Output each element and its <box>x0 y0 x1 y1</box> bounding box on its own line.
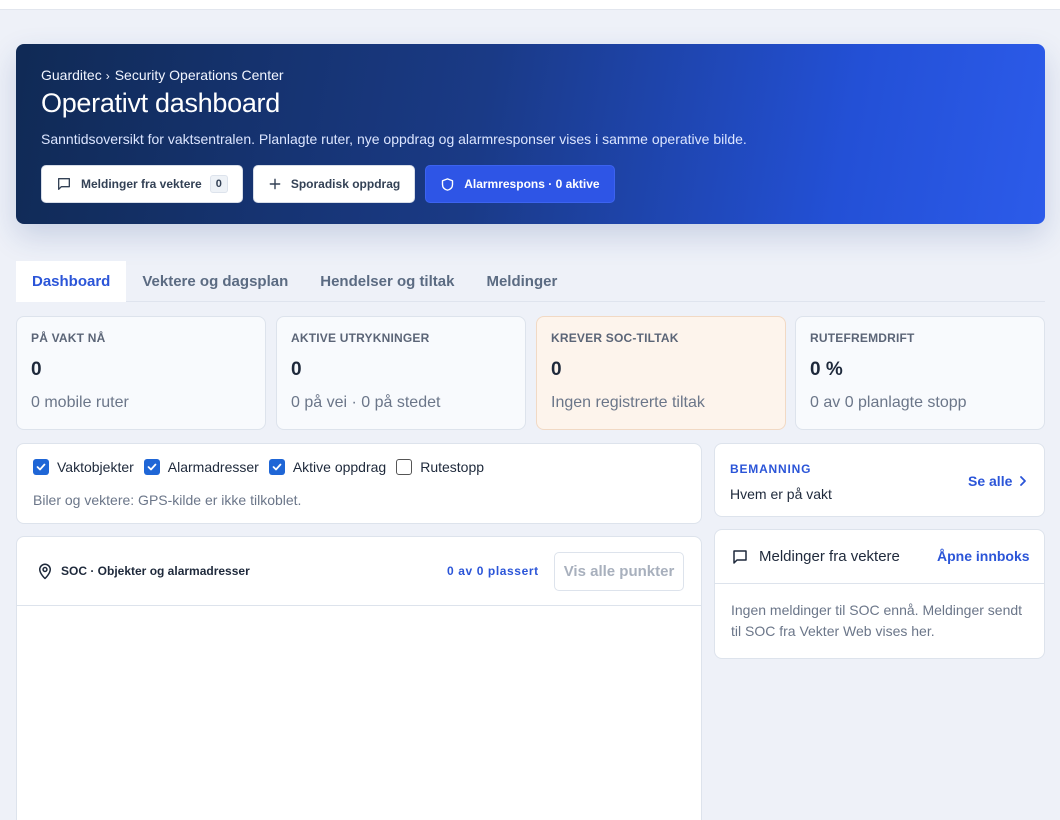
breadcrumb: Guarditec › Security Operations Center <box>41 67 284 83</box>
stat-card-route-progress: RUTEFREMDRIFT 0 % 0 av 0 planlagte stopp <box>795 316 1045 430</box>
page-title: Operativt dashboard <box>41 88 280 118</box>
tab-dashboard[interactable]: Dashboard <box>16 261 127 302</box>
stat-label: KREVER SOC-TILTAK <box>551 331 679 345</box>
shield-icon <box>442 177 454 191</box>
filter-route-stops[interactable]: Rutestopp <box>396 459 484 475</box>
map-title: SOC · Objekter og alarmadresser <box>61 564 250 578</box>
tab-incidents-and-actions[interactable]: Hendelser og tiltak <box>304 261 470 302</box>
chat-icon <box>58 178 70 190</box>
filter-active-assignments[interactable]: Aktive oppdrag <box>268 459 387 475</box>
staffing-kicker: BEMANNING <box>730 462 812 476</box>
sporadic-assignment-label: Sporadisk oppdrag <box>290 177 401 191</box>
gps-status-note: Biler og vektere: GPS-kilde er ikke tilk… <box>33 492 302 508</box>
breadcrumb-current: Security Operations Center <box>114 67 284 83</box>
chevron-right-icon <box>1020 476 1027 486</box>
breadcrumb-brand[interactable]: Guarditec <box>41 67 102 83</box>
stat-label: AKTIVE UTRYKNINGER <box>291 331 430 345</box>
stat-card-on-duty: PÅ VAKT NÅ 0 0 mobile ruter <box>16 316 266 430</box>
plus-icon <box>269 178 281 190</box>
see-all-label: Se alle <box>968 473 1013 489</box>
map-card: SOC · Objekter og alarmadresser 0 av 0 p… <box>16 536 702 820</box>
filter-label: Vaktobjekter <box>57 459 134 475</box>
stat-value: 0 <box>291 359 302 380</box>
chat-icon <box>733 550 747 564</box>
open-inbox-link[interactable]: Åpne innboks <box>937 548 1030 564</box>
alarm-response-button[interactable]: Alarmrespons · 0 aktive <box>425 165 615 203</box>
stat-label: PÅ VAKT NÅ <box>31 331 106 345</box>
filter-alarm-addresses[interactable]: Alarmadresser <box>143 459 259 475</box>
filter-label: Rutestopp <box>420 459 485 475</box>
chevron-right-icon: › <box>105 69 110 83</box>
guard-messages-header: Meldinger fra vektere Åpne innboks <box>715 530 1044 584</box>
tab-bar: Dashboard Vektere og dagsplan Hendelser … <box>16 261 1045 302</box>
staffing-subtitle: Hvem er på vakt <box>730 486 832 502</box>
checkbox-checked-icon[interactable] <box>33 459 49 475</box>
layer-filters: Vaktobjekter Alarmadresser Aktive oppdra… <box>33 459 494 475</box>
tab-guards-and-dayplan[interactable]: Vektere og dagsplan <box>126 261 304 302</box>
stat-value: 0 <box>31 359 42 380</box>
messages-from-guards-button[interactable]: Meldinger fra vektere 0 <box>41 165 243 203</box>
map-filter-card: Vaktobjekter Alarmadresser Aktive oppdra… <box>16 443 702 524</box>
stat-detail: 0 mobile ruter <box>31 394 129 411</box>
filter-guard-objects[interactable]: Vaktobjekter <box>33 459 134 475</box>
hero-actions: Meldinger fra vektere 0 Sporadisk oppdra… <box>41 165 615 203</box>
stat-label: RUTEFREMDRIFT <box>810 331 915 345</box>
messages-from-guards-label: Meldinger fra vektere <box>81 177 202 191</box>
checkbox-checked-icon[interactable] <box>268 459 285 475</box>
staffing-card: BEMANNING Hvem er på vakt Se alle <box>714 443 1045 517</box>
checkbox-checked-icon[interactable] <box>143 459 160 475</box>
alarm-response-label: Alarmrespons · 0 aktive <box>464 177 600 191</box>
stat-detail: 0 på vei · 0 på stedet <box>291 394 441 411</box>
checkbox-unchecked-icon[interactable] <box>396 459 413 475</box>
messages-count-badge: 0 <box>209 175 228 193</box>
guard-messages-card: Meldinger fra vektere Åpne innboks Ingen… <box>714 529 1045 659</box>
stat-value: 0 <box>551 359 562 380</box>
empty-messages-text: Ingen meldinger til SOC ennå. Meldinger … <box>731 602 1023 639</box>
stat-card-active-callouts: AKTIVE UTRYKNINGER 0 0 på vei · 0 på ste… <box>276 316 526 430</box>
filter-label: Aktive oppdrag <box>292 459 387 475</box>
show-all-points-button[interactable]: Vis alle punkter <box>554 552 684 591</box>
stat-value: 0 % <box>810 359 843 380</box>
see-all-link[interactable]: Se alle <box>968 473 1027 489</box>
sporadic-assignment-button[interactable]: Sporadisk oppdrag <box>252 165 416 203</box>
stat-detail: 0 av 0 planlagte stopp <box>810 394 967 411</box>
placed-count: 0 av 0 plassert <box>447 564 539 578</box>
map-canvas[interactable] <box>17 606 701 820</box>
guard-messages-title: Meldinger fra vektere <box>759 548 900 565</box>
hero-banner: Guarditec › Security Operations Center Ope… <box>16 44 1045 224</box>
map-pin-icon <box>39 563 51 580</box>
stat-card-soc-actions: KREVER SOC-TILTAK 0 Ingen registrerte ti… <box>536 316 786 430</box>
map-header: SOC · Objekter og alarmadresser 0 av 0 p… <box>17 537 701 606</box>
top-bar <box>0 0 1060 10</box>
filter-label: Alarmadresser <box>167 459 259 475</box>
page-subtitle: Sanntidsoversikt for vaktsentralen. Plan… <box>41 131 747 147</box>
stat-detail: Ingen registrerte tiltak <box>551 394 705 411</box>
tab-messages[interactable]: Meldinger <box>470 261 573 302</box>
